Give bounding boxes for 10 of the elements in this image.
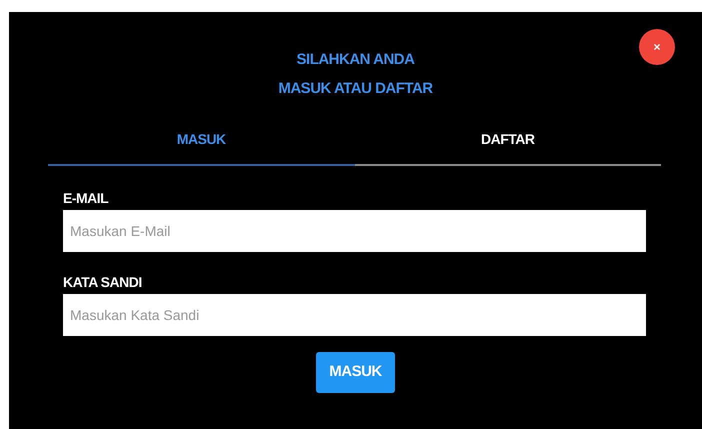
input-field[interactable]: Masukan Kata Sandi — [63, 294, 646, 336]
submit-button[interactable]: MASUK — [316, 352, 395, 393]
input-field[interactable]: Masukan E-Mail — [63, 210, 646, 252]
field-label: KATA SANDI — [63, 274, 143, 290]
tab[interactable]: DAFTAR — [354, 129, 661, 166]
close-button[interactable]: × — [639, 29, 675, 65]
heading: SILAHKAN ANDA — [296, 50, 414, 70]
heading: MASUK ATAU DAFTAR — [278, 79, 433, 99]
tab[interactable]: MASUK — [48, 129, 354, 166]
field-label: E-MAIL — [63, 190, 110, 206]
